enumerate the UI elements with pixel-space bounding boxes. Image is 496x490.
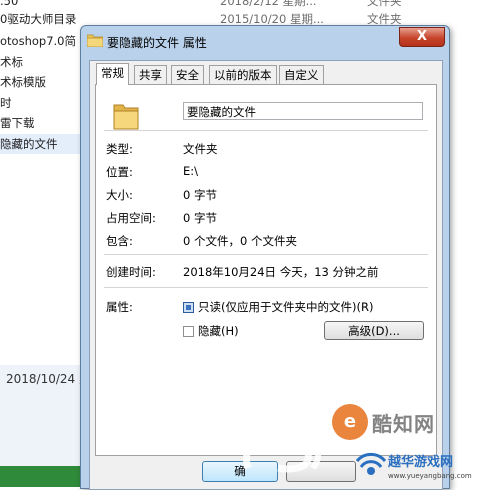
tab-general[interactable]: 常规 xyxy=(96,63,129,85)
bg-item-name: 隐藏的文件 xyxy=(0,137,58,151)
bg-item-name: 雷下载 xyxy=(0,116,35,130)
created-value: 2018年10月24日 今天，13 分钟之前 xyxy=(183,265,379,279)
title-bar[interactable]: 要隐藏的文件 属性 X xyxy=(81,26,449,60)
watermark-logo-icon: e xyxy=(332,404,368,440)
bg-taskbar-strip xyxy=(0,466,80,487)
tab-sharing[interactable]: 共享 xyxy=(134,65,167,84)
bg-item-name: 0驱动大师目录 xyxy=(0,12,77,26)
bg-item-name: 术标模版 xyxy=(0,75,46,89)
bg-list-item-selected[interactable]: 隐藏的文件 xyxy=(0,134,80,154)
hidden-label: 隐藏(H) xyxy=(198,324,239,338)
bg-item-name: otoshop7.0简 xyxy=(0,34,76,48)
disk-size-value: 0 字节 xyxy=(183,211,217,225)
watermark-text: 酷知网 xyxy=(372,412,435,436)
attributes-label: 属性: xyxy=(106,300,133,314)
dialog-title: 要隐藏的文件 属性 xyxy=(107,36,207,50)
type-value: 文件夹 xyxy=(183,142,218,156)
watermark-wifi-logo-icon xyxy=(356,452,386,475)
contains-value: 0 个文件，0 个文件夹 xyxy=(183,234,297,248)
contains-label: 包含: xyxy=(106,234,133,248)
location-value: E:\ xyxy=(183,164,199,178)
location-label: 位置: xyxy=(106,165,133,179)
folder-name-field[interactable]: 要隐藏的文件 xyxy=(183,102,423,120)
type-label: 类型: xyxy=(106,142,133,156)
disk-size-label: 占用空间: xyxy=(106,211,156,225)
tab-customize[interactable]: 自定义 xyxy=(279,65,324,84)
watermark-site-name: 越华游戏网 xyxy=(388,455,454,470)
folder-large-icon xyxy=(113,104,139,130)
divider xyxy=(104,254,428,255)
readonly-checkbox[interactable] xyxy=(183,302,194,313)
size-label: 大小: xyxy=(106,188,133,202)
close-button[interactable]: X xyxy=(399,27,445,47)
bg-list-item[interactable]: 0驱动大师目录 2015/10/20 星期... 文件夹 xyxy=(0,9,402,29)
bg-list-item[interactable]: 雷下载 xyxy=(0,113,35,133)
advanced-button[interactable]: 高级(D)... xyxy=(324,321,424,340)
bg-details-date: 2018/10/24 星 xyxy=(6,372,91,386)
watermark-url: www.yueyangbang.com xyxy=(388,472,472,480)
tab-previous-versions[interactable]: 以前的版本 xyxy=(209,65,277,84)
bg-item-name: 术标 xyxy=(0,55,23,69)
size-value: 0 字节 xyxy=(183,188,217,202)
bg-list-item[interactable]: 时 xyxy=(0,93,12,113)
bg-item-name: 时 xyxy=(0,96,12,110)
general-panel: 要隐藏的文件 类型: 文件夹 位置: E:\ 大小: 0 字节 占用空间: 0 … xyxy=(95,84,437,456)
tab-security[interactable]: 安全 xyxy=(171,65,204,84)
bg-item-name: .50 xyxy=(0,0,19,8)
divider xyxy=(104,287,428,288)
readonly-label: 只读(仅应用于文件夹中的文件)(R) xyxy=(198,300,374,314)
created-label: 创建时间: xyxy=(106,265,156,279)
bg-list-item[interactable]: 术标模版 xyxy=(0,72,46,92)
folder-icon xyxy=(87,34,103,47)
bg-list-item[interactable]: 术标 xyxy=(0,52,23,72)
bg-list-item[interactable]: otoshop7.0简 xyxy=(0,31,76,51)
hidden-checkbox[interactable] xyxy=(183,326,194,337)
watermark-swirl-icon xyxy=(242,426,322,473)
divider xyxy=(104,130,428,131)
